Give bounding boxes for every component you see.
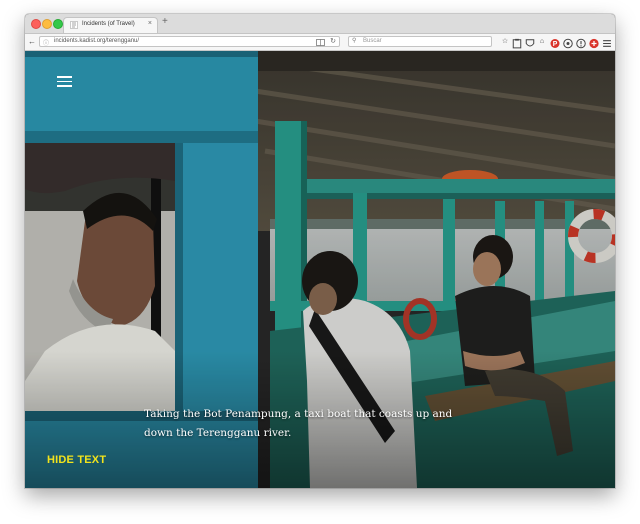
clipboard-icon[interactable] — [512, 38, 522, 49]
alert-icon[interactable] — [576, 38, 586, 49]
search-placeholder: Buscar — [363, 38, 382, 44]
navigation-toolbar: ← ⓘ incidents.kadist.org/terengganu/ ↻ ⚲… — [25, 34, 615, 51]
pocket-icon[interactable] — [525, 38, 535, 49]
reload-icon[interactable]: ↻ — [330, 37, 336, 45]
search-bar[interactable]: ⚲ Buscar — [348, 36, 492, 47]
browser-window: Incidents (of Travel) × + ← ⓘ incidents.… — [25, 14, 615, 488]
photo-caption: Taking the Bot Penampung, a taxi boat th… — [144, 408, 453, 439]
minimize-window-button[interactable] — [42, 19, 52, 29]
search-icon: ⚲ — [352, 38, 357, 44]
hide-text-button[interactable]: HIDE TEXT — [47, 454, 106, 466]
tab-bar: Incidents (of Travel) × + — [25, 14, 615, 34]
menu-icon[interactable] — [602, 38, 612, 49]
adblock-icon[interactable] — [589, 38, 599, 49]
home-icon[interactable]: ⌂ — [537, 36, 547, 47]
svg-text:P: P — [553, 41, 558, 48]
info-icon[interactable]: ⓘ — [43, 38, 49, 47]
tab-incidents[interactable]: Incidents (of Travel) × — [63, 17, 158, 33]
back-arrow-icon[interactable]: ← — [28, 36, 36, 48]
new-tab-button[interactable]: + — [162, 16, 168, 27]
zoom-window-button[interactable] — [53, 19, 63, 29]
tab-title: Incidents (of Travel) — [82, 21, 135, 27]
url-text: incidents.kadist.org/terengganu/ — [54, 38, 140, 44]
page-content: Taking the Bot Penampung, a taxi boat th… — [25, 51, 615, 488]
reader-view-icon[interactable] — [316, 38, 325, 47]
bookmark-star-icon[interactable]: ☆ — [500, 36, 510, 47]
pinterest-icon[interactable]: P — [550, 38, 560, 49]
close-window-button[interactable] — [31, 19, 41, 29]
url-bar[interactable]: ⓘ incidents.kadist.org/terengganu/ ↻ — [39, 36, 340, 47]
ghostery-icon[interactable] — [563, 38, 573, 49]
favicon-icon — [70, 21, 78, 29]
tab-close-icon[interactable]: × — [148, 20, 152, 27]
hamburger-menu-icon[interactable] — [57, 76, 72, 87]
